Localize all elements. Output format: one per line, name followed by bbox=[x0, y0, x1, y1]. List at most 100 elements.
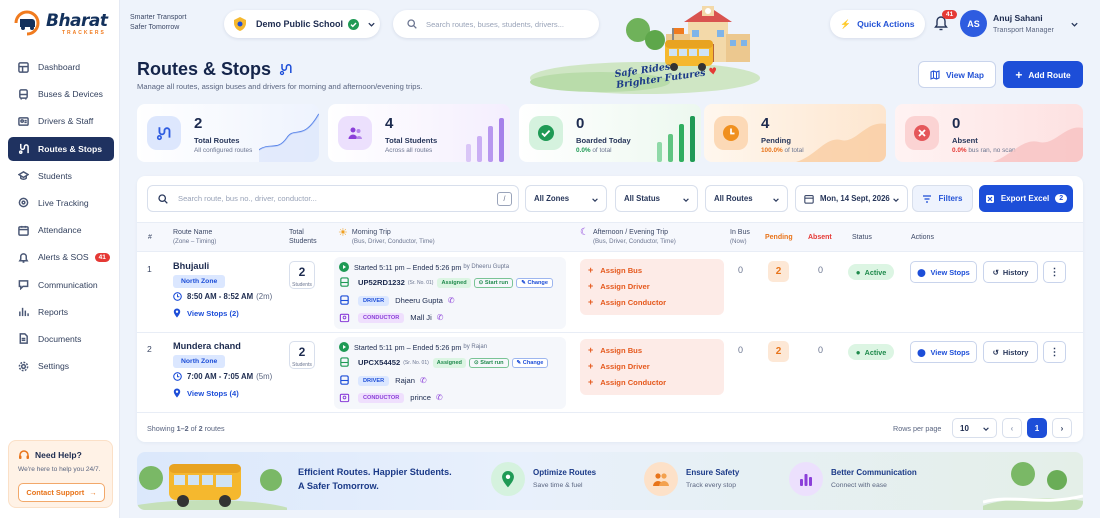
stat-label: Pending bbox=[761, 136, 791, 145]
date-picker[interactable]: Mon, 14 Sept, 2026 bbox=[795, 185, 908, 212]
feature-subtitle: Track every stop bbox=[686, 482, 736, 489]
stat-bars-graphic bbox=[466, 118, 504, 162]
user-menu-chevron-icon[interactable] bbox=[1070, 20, 1079, 29]
assign-driver-button[interactable]: + Assign Driver bbox=[588, 361, 650, 371]
zones-select[interactable]: All Zones bbox=[525, 185, 607, 212]
start-run-button[interactable]: ⊙ Start run bbox=[473, 277, 514, 288]
assign-conductor-button[interactable]: + Assign Conductor bbox=[588, 377, 666, 387]
plus-icon: + bbox=[588, 265, 594, 275]
assign-conductor-button[interactable]: + Assign Conductor bbox=[588, 297, 666, 307]
stat-sparkline bbox=[259, 113, 319, 162]
view-stops-button[interactable]: ⬤ View Stops bbox=[910, 341, 977, 363]
bus-assignment: UP52RD1232 (Sr. No. 01) Assigned ⊙ Start … bbox=[339, 277, 553, 288]
bell-icon[interactable] bbox=[934, 15, 948, 31]
view-stops-button[interactable]: ⬤ View Stops bbox=[910, 261, 977, 283]
total-students-box: 2 Students bbox=[289, 341, 315, 369]
prev-page-button[interactable]: ‹ bbox=[1002, 418, 1022, 438]
sidebar-item-routes[interactable]: Routes & Stops bbox=[8, 136, 114, 161]
route-name[interactable]: Bhujauli bbox=[173, 261, 209, 271]
rows-per-page-select[interactable]: 10 bbox=[952, 418, 997, 438]
absent-count: 0 bbox=[818, 265, 824, 275]
sidebar-item-live-tracking[interactable]: Live Tracking bbox=[8, 191, 114, 215]
bus-assignment: UPCX54452 (Sr. No. 01) Assigned ⊙ Start r… bbox=[339, 357, 549, 368]
id-card-icon bbox=[18, 116, 29, 126]
change-bus-button[interactable]: ✎ Change bbox=[516, 277, 553, 288]
history-button[interactable]: ↺ History bbox=[983, 261, 1038, 283]
add-route-button[interactable]: + Add Route bbox=[1003, 61, 1083, 88]
sun-icon: ☀ bbox=[338, 227, 348, 239]
phone-icon[interactable]: ✆ bbox=[436, 393, 443, 402]
change-bus-button[interactable]: ✎ Change bbox=[511, 357, 549, 368]
heart-icon: ♥ bbox=[708, 65, 719, 78]
phone-icon[interactable]: ✆ bbox=[437, 313, 444, 322]
phone-icon[interactable]: ✆ bbox=[448, 296, 455, 305]
assign-bus-button[interactable]: + Assign Bus bbox=[588, 265, 642, 275]
contact-support-label: Contact Support bbox=[26, 488, 85, 497]
brand-name: Bharat bbox=[46, 11, 108, 31]
sidebar-item-settings[interactable]: Settings bbox=[8, 354, 114, 378]
row-number: 2 bbox=[147, 344, 152, 354]
stat-subtext: 0.0% of total bbox=[576, 147, 612, 154]
start-run-button[interactable]: ⊙ Start run bbox=[468, 357, 509, 368]
routes-select-value: All Routes bbox=[714, 194, 753, 203]
assign-driver-button[interactable]: + Assign Driver bbox=[588, 281, 650, 291]
driver-icon bbox=[340, 375, 349, 385]
sidebar-item-reports[interactable]: Reports bbox=[8, 300, 114, 324]
sidebar-item-alerts[interactable]: Alerts & SOS 41 bbox=[8, 245, 114, 269]
sidebar-item-communication[interactable]: Communication bbox=[8, 273, 114, 297]
filters-label: Filters bbox=[938, 194, 963, 203]
pin-icon bbox=[173, 388, 181, 398]
students-icon bbox=[18, 171, 29, 181]
routes-select[interactable]: All Routes bbox=[705, 185, 788, 212]
view-map-button[interactable]: View Map bbox=[918, 61, 996, 88]
add-route-label: Add Route bbox=[1028, 69, 1071, 80]
school-selector[interactable]: Demo Public School bbox=[224, 10, 380, 38]
phone-icon[interactable]: ✆ bbox=[420, 376, 427, 385]
sidebar-item-buses[interactable]: Buses & Devices bbox=[8, 82, 114, 106]
page-button-current[interactable]: 1 bbox=[1027, 418, 1047, 438]
stat-subtext: Across all routes bbox=[385, 147, 433, 154]
assign-bus-button[interactable]: + Assign Bus bbox=[588, 345, 642, 355]
status-select[interactable]: All Status bbox=[615, 185, 698, 212]
chart-icon bbox=[19, 308, 29, 317]
conductor-icon bbox=[339, 313, 350, 323]
chevron-right-icon: › bbox=[1060, 423, 1064, 433]
table-row: 1 Bhujauli North Zone 8:50 AM - 8:52 AM(… bbox=[137, 253, 1083, 333]
next-page-button[interactable]: › bbox=[1052, 418, 1072, 438]
assigned-badge: Assigned bbox=[437, 277, 471, 288]
filters-button[interactable]: Filters bbox=[912, 185, 973, 212]
conductor-name: prince bbox=[410, 393, 431, 402]
alerts-count-badge: 41 bbox=[94, 252, 110, 262]
brand-logo[interactable]: Bharat TRACKERS bbox=[12, 9, 112, 37]
chat-icon bbox=[18, 280, 29, 290]
sidebar-item-label: Reports bbox=[38, 306, 69, 317]
view-stops-link[interactable]: View Stops (4) bbox=[173, 388, 239, 398]
quick-actions-button[interactable]: ⚡ Quick Actions bbox=[830, 10, 925, 38]
sidebar-item-students[interactable]: Students bbox=[8, 164, 114, 188]
clock-icon bbox=[714, 116, 748, 150]
stat-number: 0 bbox=[952, 115, 961, 132]
students-icon bbox=[338, 116, 372, 150]
calendar-icon bbox=[804, 194, 814, 204]
sidebar-item-attendance[interactable]: Attendance bbox=[8, 218, 114, 242]
route-name[interactable]: Mundera chand bbox=[173, 341, 241, 351]
map-icon bbox=[930, 69, 940, 80]
route-search-input[interactable]: Search route, bus no., driver, conductor… bbox=[147, 185, 519, 212]
history-button[interactable]: ↺ History bbox=[983, 341, 1038, 363]
col-header-route: Route Name (Zone – Timing) bbox=[173, 229, 217, 245]
export-excel-button[interactable]: Export Excel 2 bbox=[979, 185, 1073, 212]
clock-icon bbox=[173, 292, 182, 301]
school-emblem-icon bbox=[234, 17, 246, 31]
contact-support-button[interactable]: Contact Support → bbox=[18, 483, 105, 502]
sidebar-item-drivers[interactable]: Drivers & Staff bbox=[8, 109, 114, 133]
view-stops-link[interactable]: View Stops (2) bbox=[173, 308, 239, 318]
sidebar-item-dashboard[interactable]: Dashboard bbox=[8, 55, 114, 79]
avatar[interactable]: AS bbox=[960, 10, 987, 37]
more-options-button[interactable]: ⋮ bbox=[1043, 341, 1066, 363]
pending-count: 2 bbox=[768, 261, 789, 282]
sidebar-item-documents[interactable]: Documents bbox=[8, 327, 114, 351]
people-icon bbox=[644, 462, 678, 496]
chevron-down-icon bbox=[368, 22, 375, 27]
filter-icon bbox=[923, 194, 932, 203]
more-options-button[interactable]: ⋮ bbox=[1043, 261, 1066, 283]
